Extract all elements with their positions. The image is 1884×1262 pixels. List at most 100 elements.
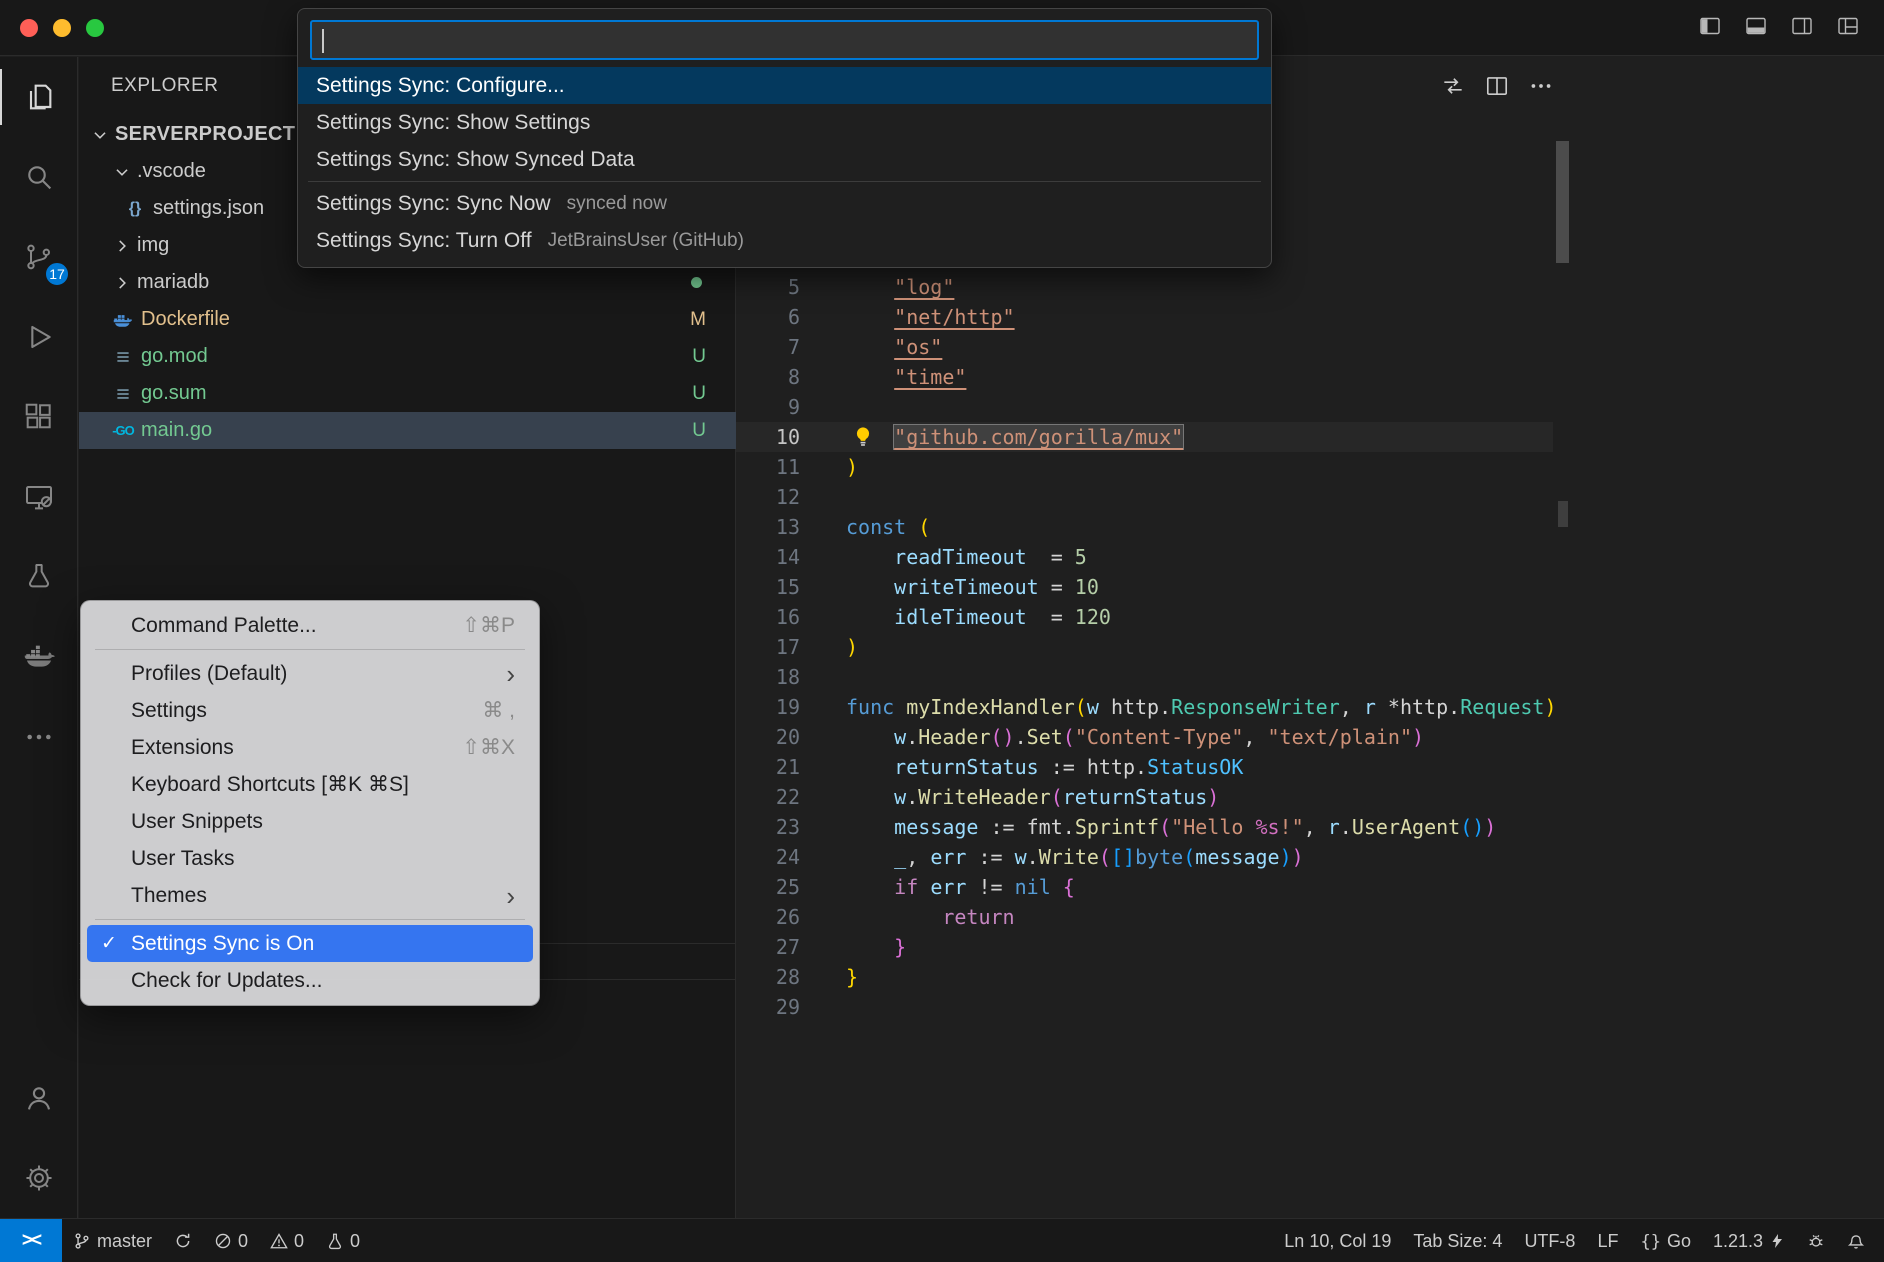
- code-line-7[interactable]: 7 "os": [736, 332, 1553, 362]
- status-indentation[interactable]: Tab Size: 4: [1402, 1219, 1513, 1262]
- file-row-go-sum[interactable]: go.sumU: [79, 375, 736, 412]
- split-editor-icon[interactable]: [1484, 73, 1510, 105]
- palette-item[interactable]: Settings Sync: Show Synced Data: [298, 141, 1271, 178]
- menu-shortcut: ⇧⌘X: [462, 735, 515, 760]
- menu-item-check-for-updates[interactable]: Check for Updates...: [87, 962, 533, 999]
- code-text: _, err := w.Write([]byte(message)): [846, 845, 1304, 869]
- lightbulb-icon[interactable]: [852, 426, 874, 454]
- code-line-23[interactable]: 23 message := fmt.Sprintf("Hello %s!", r…: [736, 812, 1553, 842]
- status-notifications[interactable]: [1836, 1219, 1876, 1262]
- minimize-button[interactable]: [53, 19, 71, 37]
- zoom-button[interactable]: [86, 19, 104, 37]
- settings-gear-icon[interactable]: [0, 1138, 78, 1218]
- code-line-10[interactable]: 10 "github.com/gorilla/mux": [736, 422, 1553, 452]
- code-line-9[interactable]: 9: [736, 392, 1553, 422]
- code-line-28[interactable]: 28}: [736, 962, 1553, 992]
- palette-separator: [308, 181, 1261, 182]
- menu-item-settings-sync-is-on[interactable]: ✓Settings Sync is On: [87, 925, 533, 962]
- testing-icon[interactable]: [0, 537, 78, 617]
- customize-layout-icon[interactable]: [1836, 14, 1860, 38]
- code-line-20[interactable]: 20 w.Header().Set("Content-Type", "text/…: [736, 722, 1553, 752]
- toggle-panel-icon[interactable]: [1744, 14, 1768, 38]
- remote-explorer-icon[interactable]: [0, 457, 78, 537]
- go-file-icon: -GO: [111, 423, 135, 438]
- status-label: 0: [294, 1231, 304, 1252]
- code-line-13[interactable]: 13const (: [736, 512, 1553, 542]
- status-language-mode[interactable]: {}Go: [1629, 1219, 1702, 1262]
- account-icon[interactable]: [0, 1058, 78, 1138]
- extensions-icon[interactable]: [0, 377, 78, 457]
- folder-row-mariadb[interactable]: mariadb: [79, 264, 736, 301]
- palette-item[interactable]: Settings Sync: Configure...: [298, 67, 1271, 104]
- palette-item-label: Settings Sync: Configure...: [316, 74, 565, 98]
- code-line-6[interactable]: 6 "net/http": [736, 302, 1553, 332]
- chevron-down-icon: [89, 126, 111, 144]
- status-git-branch[interactable]: master: [62, 1219, 163, 1262]
- code-line-8[interactable]: 8 "time": [736, 362, 1553, 392]
- command-palette-input[interactable]: [310, 20, 1259, 60]
- file-row-go-mod[interactable]: go.modU: [79, 338, 736, 375]
- status-eol[interactable]: LF: [1586, 1219, 1629, 1262]
- palette-item[interactable]: Settings Sync: Turn OffJetBrainsUser (Gi…: [298, 222, 1271, 259]
- status-label: Tab Size: 4: [1413, 1231, 1502, 1252]
- code-line-21[interactable]: 21 returnStatus := http.StatusOK: [736, 752, 1553, 782]
- status-encoding[interactable]: UTF-8: [1513, 1219, 1586, 1262]
- editor-more-actions-icon[interactable]: [1528, 73, 1554, 105]
- line-number: 24: [736, 845, 846, 869]
- status-sync-changes[interactable]: [163, 1219, 203, 1262]
- docker-icon[interactable]: [0, 617, 78, 697]
- code-line-19[interactable]: 19func myIndexHandler(w http.ResponseWri…: [736, 692, 1553, 722]
- scrollbar-thumb[interactable]: [1556, 141, 1569, 263]
- explorer-title: EXPLORER: [111, 75, 218, 97]
- menu-item-command-palette[interactable]: Command Palette...⇧⌘P: [87, 607, 533, 644]
- menu-item-settings[interactable]: Settings⌘ ,: [87, 692, 533, 729]
- code-line-16[interactable]: 16 idleTimeout = 120: [736, 602, 1553, 632]
- code-line-15[interactable]: 15 writeTimeout = 10: [736, 572, 1553, 602]
- remote-indicator[interactable]: ><: [0, 1219, 62, 1262]
- menu-item-user-tasks[interactable]: User Tasks: [87, 840, 533, 877]
- menu-item-keyboard-shortcuts-k-s[interactable]: Keyboard Shortcuts [⌘K ⌘S]: [87, 766, 533, 803]
- file-row-Dockerfile[interactable]: DockerfileM: [79, 301, 736, 338]
- explorer-view-icon[interactable]: [0, 57, 78, 137]
- code-editor[interactable]: 5 "log"6 "net/http"7 "os"8 "time"910 "gi…: [736, 272, 1553, 1022]
- toggle-sidebar-left-icon[interactable]: [1698, 14, 1722, 38]
- menu-shortcut: ⌘ ,: [482, 698, 515, 723]
- file-row-main-go[interactable]: -GOmain.goU: [79, 412, 736, 449]
- search-icon[interactable]: [0, 137, 78, 217]
- code-line-11[interactable]: 11): [736, 452, 1553, 482]
- source-control-icon[interactable]: 17: [0, 217, 78, 297]
- palette-item[interactable]: Settings Sync: Show Settings: [298, 104, 1271, 141]
- status-warning-count[interactable]: 0: [259, 1219, 315, 1262]
- menu-item-extensions[interactable]: Extensions⇧⌘X: [87, 729, 533, 766]
- status-cursor-position[interactable]: Ln 10, Col 19: [1273, 1219, 1402, 1262]
- more-views-icon[interactable]: [0, 697, 78, 777]
- line-number: 6: [736, 305, 846, 329]
- code-line-18[interactable]: 18: [736, 662, 1553, 692]
- branch-icon: [73, 1232, 91, 1250]
- code-line-5[interactable]: 5 "log": [736, 272, 1553, 302]
- code-line-26[interactable]: 26 return: [736, 902, 1553, 932]
- open-changes-icon[interactable]: [1440, 73, 1466, 105]
- code-text: "time": [846, 365, 966, 389]
- status-go-version[interactable]: 1.21.3: [1702, 1219, 1796, 1262]
- code-line-12[interactable]: 12: [736, 482, 1553, 512]
- code-line-17[interactable]: 17): [736, 632, 1553, 662]
- code-line-25[interactable]: 25 if err != nil {: [736, 872, 1553, 902]
- toggle-sidebar-right-icon[interactable]: [1790, 14, 1814, 38]
- menu-item-profiles-default[interactable]: Profiles (Default)›: [87, 655, 533, 692]
- code-line-29[interactable]: 29: [736, 992, 1553, 1022]
- code-line-24[interactable]: 24 _, err := w.Write([]byte(message)): [736, 842, 1553, 872]
- run-debug-icon[interactable]: [0, 297, 78, 377]
- palette-item[interactable]: Settings Sync: Sync Nowsynced now: [298, 185, 1271, 222]
- code-text: }: [846, 935, 906, 959]
- code-line-27[interactable]: 27 }: [736, 932, 1553, 962]
- menu-shortcut: ⇧⌘P: [462, 613, 515, 638]
- close-button[interactable]: [20, 19, 38, 37]
- menu-item-user-snippets[interactable]: User Snippets: [87, 803, 533, 840]
- menu-item-themes[interactable]: Themes›: [87, 877, 533, 914]
- status-debug-status[interactable]: [1796, 1219, 1836, 1262]
- status-error-count[interactable]: 0: [203, 1219, 259, 1262]
- code-line-14[interactable]: 14 readTimeout = 5: [736, 542, 1553, 572]
- code-line-22[interactable]: 22 w.WriteHeader(returnStatus): [736, 782, 1553, 812]
- status-test-count[interactable]: 0: [315, 1219, 371, 1262]
